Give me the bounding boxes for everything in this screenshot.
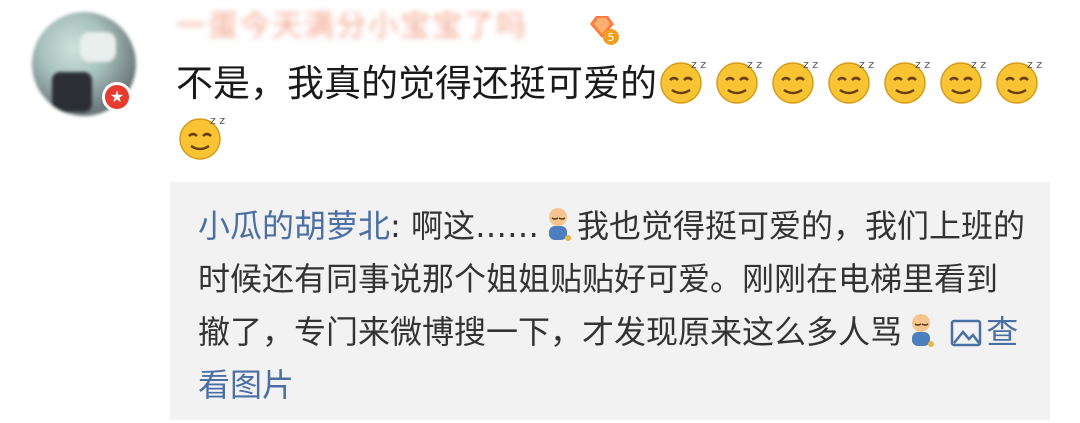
smirk-squint-emoji-icon: z z bbox=[884, 58, 930, 104]
smirk-squint-emoji-icon: z z bbox=[828, 58, 874, 104]
sleepy-person-emoji-icon bbox=[548, 208, 571, 241]
commenter-username[interactable]: 一蛋今天满分小宝宝了吗 bbox=[176, 8, 528, 46]
svg-text:z z: z z bbox=[691, 58, 706, 71]
smirk-squint-emoji-icon: z z bbox=[716, 58, 762, 104]
reply-username[interactable]: 小瓜的胡萝北 bbox=[198, 207, 390, 245]
smirk-squint-emoji-icon: z z bbox=[179, 114, 225, 160]
verified-badge-icon: ★ bbox=[102, 82, 132, 112]
reply-separator: : bbox=[390, 207, 401, 245]
svg-text:z z: z z bbox=[859, 58, 874, 71]
svg-text:z z: z z bbox=[915, 58, 930, 71]
comment-text: 不是，我真的觉得还挺可爱的 bbox=[176, 62, 657, 105]
comment-body: 不是，我真的觉得还挺可爱的 z z z z z z z z z z z z z z z z bbox=[176, 56, 1056, 168]
smirk-squint-emoji-icon: z z bbox=[996, 58, 1042, 104]
rank-badge-icon: 5 bbox=[590, 16, 619, 45]
sleepy-person-emoji-icon bbox=[912, 314, 935, 347]
rank-level: 5 bbox=[608, 31, 615, 44]
smirk-squint-emoji-icon: z z bbox=[940, 58, 986, 104]
svg-text:z z: z z bbox=[803, 58, 818, 71]
smirk-squint-emoji-icon: z z bbox=[772, 58, 818, 104]
reply-text-1: 啊这…… bbox=[400, 207, 539, 245]
svg-text:z z: z z bbox=[1027, 58, 1042, 71]
image-icon bbox=[950, 319, 982, 347]
svg-text:z z: z z bbox=[971, 58, 986, 71]
svg-text:z z: z z bbox=[210, 114, 225, 127]
reply-content: 小瓜的胡萝北: 啊这…… 我也觉得挺可爱的，我们上班的时候还有同事说那个姐姐贴贴… bbox=[198, 200, 1028, 412]
svg-text:z z: z z bbox=[747, 58, 762, 71]
reply-box[interactable]: 小瓜的胡萝北: 啊这…… 我也觉得挺可爱的，我们上班的时候还有同事说那个姐姐贴贴… bbox=[170, 182, 1050, 420]
smirk-squint-emoji-icon: z z bbox=[660, 58, 706, 104]
